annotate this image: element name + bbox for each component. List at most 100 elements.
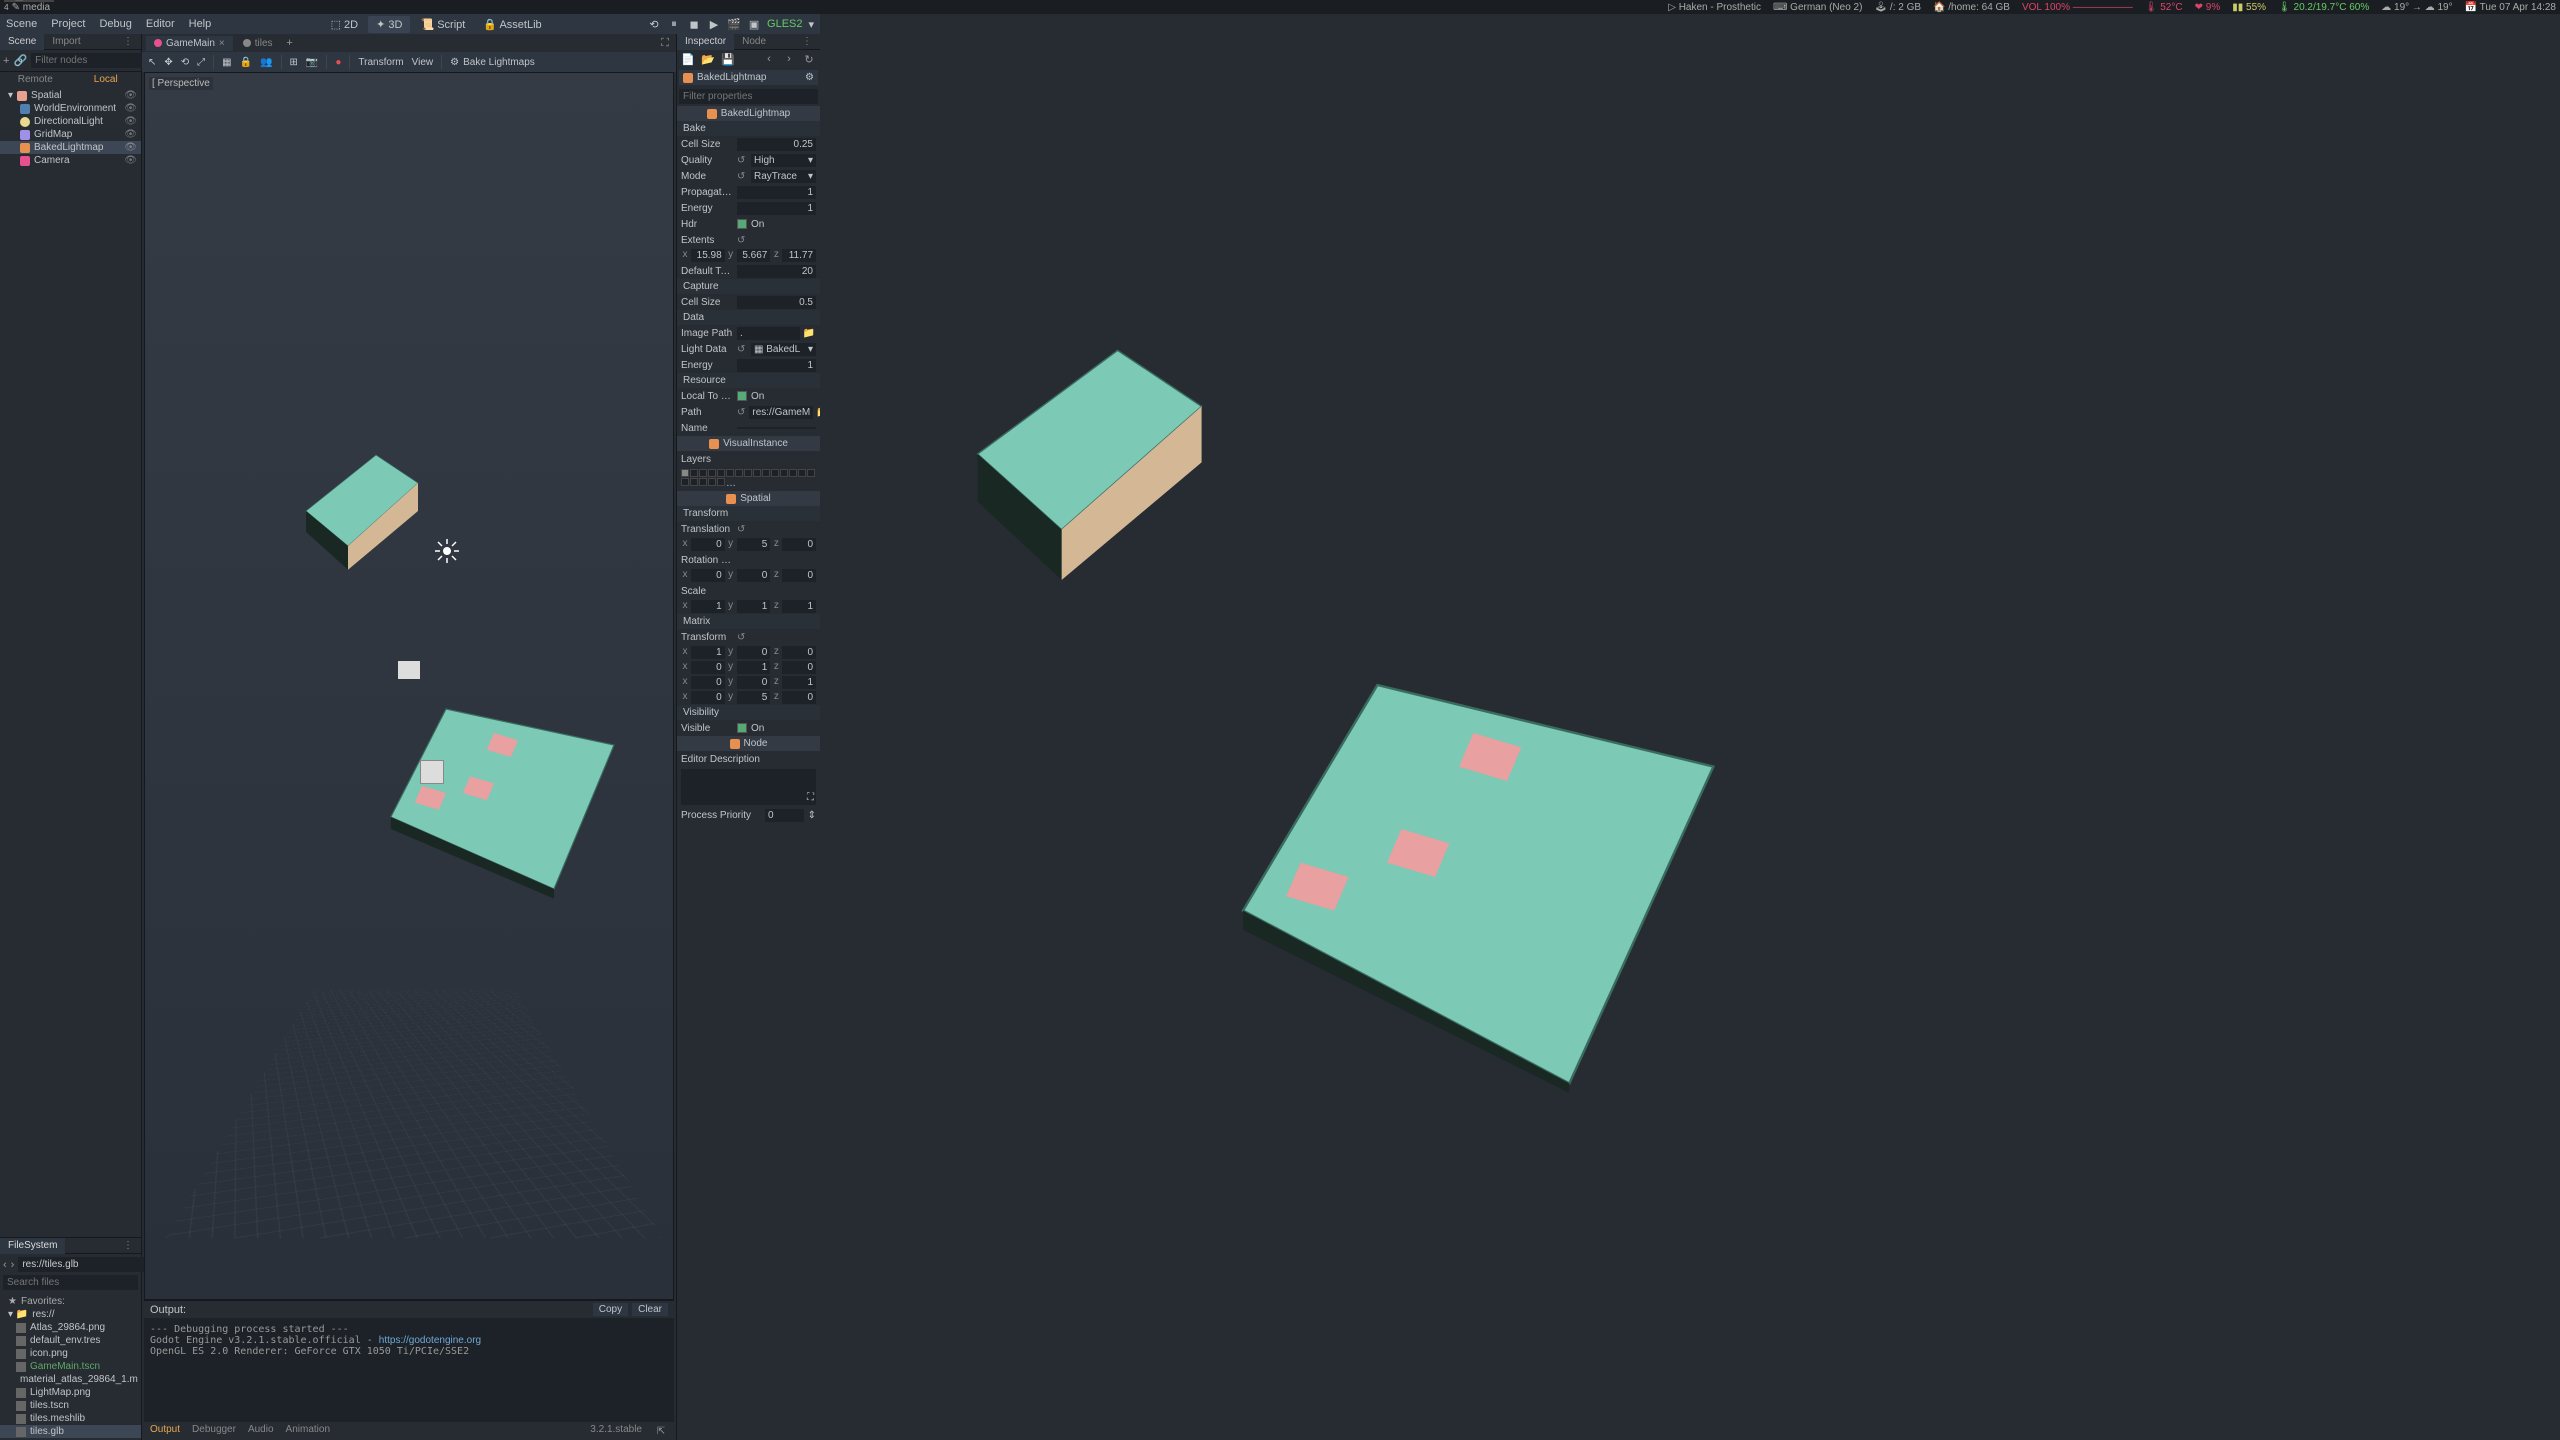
prop-light-data-resource[interactable]: ▦ BakedL▾ bbox=[751, 343, 816, 356]
menu-help[interactable]: Help bbox=[189, 18, 212, 30]
prop-local-to-scene-checkbox[interactable]: On bbox=[737, 391, 764, 402]
transform-menu[interactable]: Transform bbox=[358, 57, 403, 68]
xyz-input[interactable]: x0y5z0 bbox=[677, 690, 820, 705]
play-custom-icon[interactable]: ▣ bbox=[747, 17, 761, 31]
prop-energy-input[interactable]: 1 bbox=[737, 202, 816, 215]
scene-tab-gamemain[interactable]: GameMain × bbox=[146, 36, 233, 51]
category-matrix[interactable]: Matrix bbox=[677, 614, 820, 629]
xyz-input[interactable]: x1y0z0 bbox=[677, 645, 820, 660]
class-header-node[interactable]: Node bbox=[677, 736, 820, 751]
move-mode-icon[interactable]: ✥ bbox=[164, 57, 172, 68]
prop-name-input[interactable] bbox=[737, 427, 816, 429]
visibility-icon[interactable]: 👁 bbox=[124, 90, 137, 101]
bottom-tab-animation[interactable]: Animation bbox=[286, 1424, 330, 1438]
output-log[interactable]: --- Debugging process started --- Godot … bbox=[144, 1318, 674, 1422]
insp-menu-icon[interactable]: ⋮ bbox=[794, 34, 820, 49]
inspector-properties[interactable]: BakedLightmapBakeCell Size0.25Quality↺Hi… bbox=[677, 106, 820, 1440]
tree-node-spatial[interactable]: ▾Spatial👁 bbox=[0, 89, 141, 102]
viewport-3d[interactable]: [ Perspective bbox=[144, 72, 674, 1300]
menu-scene[interactable]: Scene bbox=[6, 18, 37, 30]
scene-tab-tiles[interactable]: tiles bbox=[235, 36, 281, 51]
stop-icon[interactable]: ◼ bbox=[687, 17, 701, 31]
tree-node-directionallight[interactable]: DirectionalLight👁 bbox=[0, 115, 141, 128]
reset-icon[interactable]: ↺ bbox=[737, 344, 747, 355]
xyz-input[interactable]: x0y1z0 bbox=[677, 660, 820, 675]
fs-file-LightMap-png[interactable]: LightMap.png bbox=[0, 1386, 141, 1399]
fs-file-tiles-meshlib[interactable]: tiles.meshlib bbox=[0, 1412, 141, 1425]
insp-load-icon[interactable]: 📂 bbox=[701, 52, 715, 66]
category-data[interactable]: Data bbox=[677, 310, 820, 325]
reset-icon[interactable]: ↺ bbox=[737, 171, 747, 182]
prop-propagation-input[interactable]: 1 bbox=[737, 186, 816, 199]
xyz-input[interactable]: x0y5z0 bbox=[677, 537, 820, 552]
prop-image-path-input[interactable]: . bbox=[737, 327, 800, 340]
menu-project[interactable]: Project bbox=[51, 18, 85, 30]
menu-editor[interactable]: Editor bbox=[146, 18, 175, 30]
folder-icon[interactable]: 📁 bbox=[802, 326, 816, 340]
workspace-media[interactable]: 4 ✎ media bbox=[4, 2, 54, 13]
visibility-icon[interactable]: 👁 bbox=[124, 129, 137, 140]
prop-quality-dropdown[interactable]: High▾ bbox=[751, 154, 816, 167]
visibility-icon[interactable]: 👁 bbox=[124, 116, 137, 127]
group-icon[interactable]: 👥 bbox=[260, 57, 272, 68]
fs-fwd-icon[interactable]: › bbox=[11, 1258, 15, 1272]
clear-button[interactable]: Clear bbox=[632, 1303, 668, 1316]
select-mode-icon[interactable]: ↖ bbox=[148, 57, 156, 68]
lock-icon[interactable]: 🔒 bbox=[240, 57, 252, 68]
expand-icon[interactable]: ⛶ bbox=[807, 792, 814, 803]
prop-energy-input[interactable]: 1 bbox=[737, 359, 816, 372]
expand-bottom-icon[interactable]: ⇱ bbox=[654, 1424, 668, 1438]
reset-icon[interactable]: ↺ bbox=[737, 632, 747, 643]
tree-node-bakedlightmap[interactable]: BakedLightmap👁 bbox=[0, 141, 141, 154]
reset-icon[interactable]: ↺ bbox=[737, 155, 747, 166]
reload-icon[interactable]: ⟲ bbox=[647, 17, 661, 31]
tree-node-gridmap[interactable]: GridMap👁 bbox=[0, 128, 141, 141]
insp-fwd-icon[interactable]: › bbox=[782, 52, 796, 66]
fs-menu-icon[interactable]: ⋮ bbox=[115, 1238, 141, 1253]
xyz-input[interactable]: x0y0z0 bbox=[677, 568, 820, 583]
inspected-object[interactable]: BakedLightmap ⚙ bbox=[679, 70, 818, 85]
fs-file-tiles-tscn[interactable]: tiles.tscn bbox=[0, 1399, 141, 1412]
fs-file-material_atlas_29864_1-m[interactable]: material_atlas_29864_1.m bbox=[0, 1373, 141, 1386]
prop-mode-dropdown[interactable]: RayTrace▾ bbox=[751, 170, 816, 183]
local-subtab[interactable]: Local bbox=[71, 72, 142, 87]
local-coords-icon[interactable]: ▦ bbox=[222, 57, 231, 68]
renderer-dropdown[interactable]: GLES2 bbox=[767, 18, 802, 30]
prop-path-input[interactable]: res://GameM bbox=[749, 406, 813, 419]
mode-assetlib-button[interactable]: 🔒 AssetLib bbox=[475, 16, 549, 33]
rotate-mode-icon[interactable]: ⟲ bbox=[181, 57, 189, 68]
bottom-tab-debugger[interactable]: Debugger bbox=[192, 1424, 236, 1438]
xyz-input[interactable]: x1y1z1 bbox=[677, 599, 820, 614]
import-tab[interactable]: Import bbox=[44, 34, 88, 49]
fs-file-Atlas_29864-png[interactable]: Atlas_29864.png bbox=[0, 1321, 141, 1334]
category-capture[interactable]: Capture bbox=[677, 279, 820, 294]
fs-file-GameMain-tscn[interactable]: GameMain.tscn bbox=[0, 1360, 141, 1373]
xyz-input[interactable]: x0y0z1 bbox=[677, 675, 820, 690]
filter-properties-input[interactable] bbox=[679, 89, 818, 104]
instance-scene-icon[interactable]: 🔗 bbox=[13, 54, 27, 68]
add-node-icon[interactable]: + bbox=[3, 54, 9, 68]
bake-lightmaps-button[interactable]: ⚙ Bake Lightmaps bbox=[450, 57, 535, 68]
play-icon[interactable]: ▶ bbox=[707, 17, 721, 31]
mode-script-button[interactable]: 📜 Script bbox=[412, 16, 473, 33]
fs-file-icon-png[interactable]: icon.png bbox=[0, 1347, 141, 1360]
class-header-spatial[interactable]: Spatial bbox=[677, 491, 820, 506]
camera-override-icon[interactable]: 📷 bbox=[306, 57, 318, 68]
prop-hdr-checkbox[interactable]: On bbox=[737, 219, 764, 230]
insp-save-icon[interactable]: 💾 bbox=[721, 52, 735, 66]
scene-tree[interactable]: ▾Spatial👁WorldEnvironment👁DirectionalLig… bbox=[0, 87, 141, 169]
gizmo-icon[interactable]: ● bbox=[335, 57, 341, 68]
remote-subtab[interactable]: Remote bbox=[0, 72, 71, 87]
visibility-icon[interactable]: 👁 bbox=[124, 142, 137, 153]
fs-file-default_env-tres[interactable]: default_env.tres bbox=[0, 1334, 141, 1347]
class-header-bakedlightmap[interactable]: BakedLightmap bbox=[677, 106, 820, 121]
prop-process-priority-input[interactable]: 0 bbox=[765, 809, 804, 822]
tree-node-camera[interactable]: Camera👁 bbox=[0, 154, 141, 167]
view-menu[interactable]: View bbox=[412, 57, 434, 68]
category-resource[interactable]: Resource bbox=[677, 373, 820, 388]
mode-2d-button[interactable]: ⬚ 2D bbox=[323, 16, 367, 33]
layers-grid[interactable]: … bbox=[677, 467, 820, 491]
reset-icon[interactable]: ↺ bbox=[737, 407, 745, 418]
play-scene-icon[interactable]: 🎬 bbox=[727, 17, 741, 31]
distraction-free-icon[interactable]: ⛶ bbox=[658, 36, 672, 50]
